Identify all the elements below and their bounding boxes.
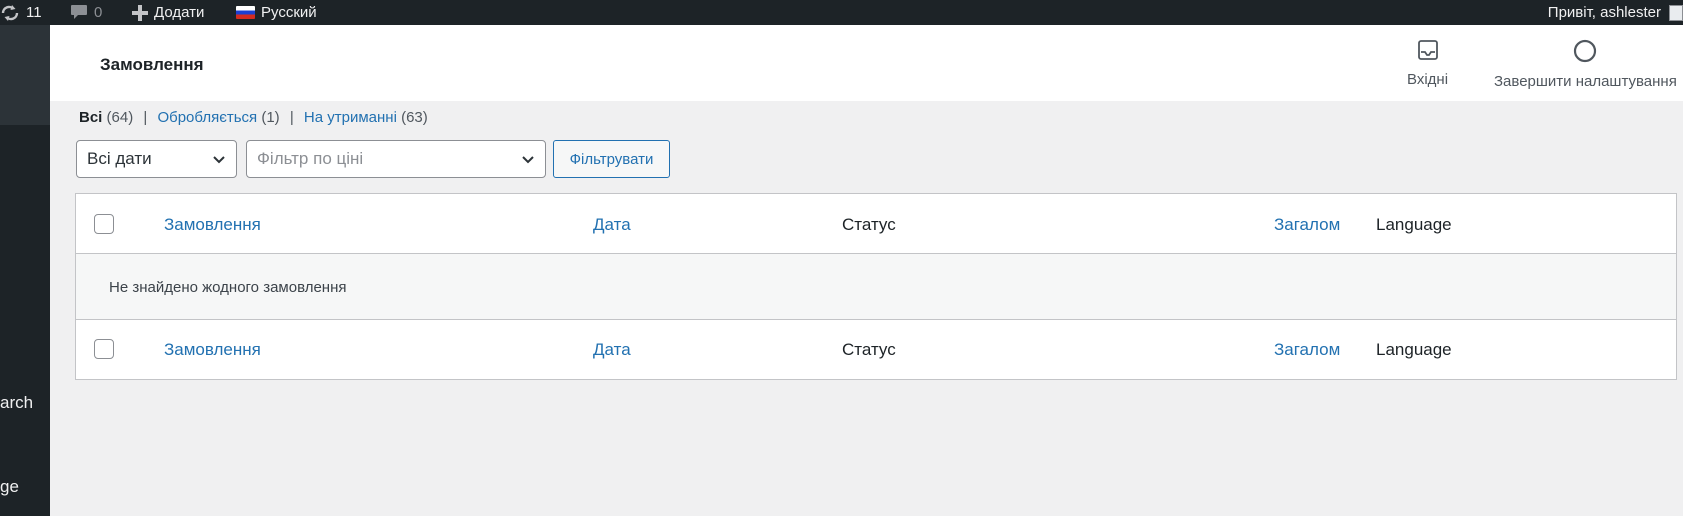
language-switcher[interactable]: Русский <box>236 0 317 25</box>
updates-menu[interactable]: 11 <box>0 0 42 25</box>
view-all-link[interactable]: Всі <box>79 109 102 126</box>
table-footer-row: Замовлення Дата Статус Загалом Language <box>76 320 1676 379</box>
empty-message: Не знайдено жодного замовлення <box>109 279 347 296</box>
comment-icon <box>70 4 88 21</box>
order-status-views: Всі (64) | Обробляється (1) | На утриман… <box>79 109 428 126</box>
avatar <box>1669 4 1683 21</box>
language-label: Русский <box>261 4 317 21</box>
greeting-text: Привіт, ashlester <box>1547 4 1661 21</box>
sidebar-item-search[interactable]: arch <box>0 393 33 413</box>
sidebar-item-page[interactable]: ge <box>0 477 19 497</box>
column-status: Статус <box>842 215 896 234</box>
my-account-menu[interactable]: Привіт, ashlester <box>1548 0 1683 25</box>
updates-count: 11 <box>26 4 42 21</box>
add-new-menu[interactable]: Додати <box>132 0 204 25</box>
column-total[interactable]: Загалом <box>1274 340 1340 360</box>
column-date[interactable]: Дата <box>593 215 631 235</box>
plus-icon <box>132 4 148 21</box>
view-on-hold-count: (63) <box>401 109 428 126</box>
price-filter-select[interactable]: Фільтр по ціні <box>246 140 546 178</box>
filter-button[interactable]: Фільтрувати <box>553 140 670 178</box>
admin-sidebar: arch ge <box>0 25 50 516</box>
view-processing-link[interactable]: Обробляється <box>157 109 257 126</box>
column-order[interactable]: Замовлення <box>164 215 261 235</box>
column-language: Language <box>1376 340 1452 359</box>
sidebar-active-item[interactable] <box>0 25 50 125</box>
date-filter-select[interactable]: Всі дати <box>76 140 237 178</box>
column-order[interactable]: Замовлення <box>164 340 261 360</box>
inbox-button[interactable]: Вхідні <box>1407 39 1448 88</box>
chevron-down-icon <box>521 152 535 172</box>
page-header: Замовлення Вхідні Завершити налаштування <box>50 25 1683 101</box>
column-status: Статус <box>842 340 896 359</box>
view-all-count: (64) <box>106 109 134 126</box>
chevron-down-icon <box>212 152 226 172</box>
select-all-checkbox-footer[interactable] <box>94 339 114 359</box>
price-filter-placeholder: Фільтр по ціні <box>257 149 364 168</box>
view-on-hold-link[interactable]: На утриманні <box>304 109 397 126</box>
separator: | <box>143 109 148 126</box>
separator: | <box>289 109 294 126</box>
inbox-label: Вхідні <box>1407 71 1449 88</box>
column-date[interactable]: Дата <box>593 340 631 360</box>
view-processing-count: (1) <box>261 109 280 126</box>
comments-count: 0 <box>94 4 103 21</box>
admin-bar: 11 0 Додати Русский Привіт, ashlester <box>0 0 1683 25</box>
russian-flag-icon <box>236 6 255 19</box>
table-empty-row: Не знайдено жодного замовлення <box>76 254 1676 320</box>
orders-table: Замовлення Дата Статус Загалом Language … <box>75 193 1677 380</box>
inbox-icon <box>1417 39 1439 65</box>
column-language: Language <box>1376 215 1452 234</box>
select-all-checkbox[interactable] <box>94 214 114 234</box>
add-new-label: Додати <box>154 4 205 21</box>
page-title: Замовлення <box>100 55 204 74</box>
table-header-row: Замовлення Дата Статус Загалом Language <box>76 194 1676 254</box>
comments-menu[interactable]: 0 <box>70 0 102 25</box>
column-total[interactable]: Загалом <box>1274 215 1340 235</box>
date-filter-value: Всі дати <box>87 149 152 168</box>
progress-circle-icon <box>1573 39 1597 67</box>
refresh-icon <box>0 4 20 22</box>
finish-setup-button[interactable]: Завершити налаштування <box>1494 39 1677 90</box>
finish-setup-label: Завершити налаштування <box>1494 73 1677 90</box>
